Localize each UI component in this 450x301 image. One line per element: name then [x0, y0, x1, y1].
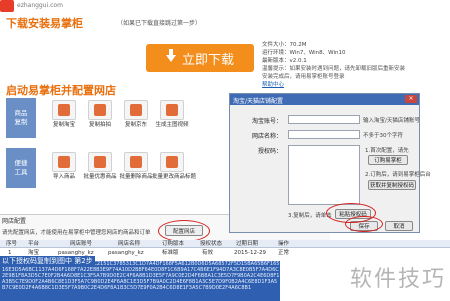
auth-code-caption: 以下授权码复制到图中 第2步 [0, 256, 95, 266]
order-button-label: 订购易掌柜 [374, 158, 402, 164]
shop-config-dialog: 淘宝/天猫店铺配置 × 淘宝账号： 输入淘宝/天猫店铺账号 网店名称： 不多于3… [229, 93, 431, 233]
copy-paipai-icon [88, 100, 112, 120]
tool-label: 生成主图视频 [155, 122, 189, 128]
tool-batch-discount[interactable]: 批量优惠商品 [80, 152, 120, 180]
column-header: 操作 [278, 241, 290, 247]
cancel-button-label: 取消 [393, 224, 405, 230]
get-auth-code-label: 获取并复制授权码 [369, 183, 414, 189]
delete-icon [124, 152, 148, 172]
tool-label: 批量优惠商品 [83, 174, 117, 180]
order-button[interactable]: 订购易掌柜 [368, 155, 408, 165]
tool-label: 批量更改商品标题 [152, 174, 197, 180]
auth-code-text[interactable]: CA6D7A4DF168F5179E0B6B6792C3C2151C378531… [0, 261, 280, 301]
auth-code-label: 授权码： [258, 148, 283, 155]
discount-icon [88, 152, 112, 172]
table-cell: 标准版 [162, 250, 179, 256]
file-size: 文件大小：70.2M [262, 42, 307, 48]
watermark-text: 软件技巧 [349, 267, 446, 292]
highlight-ring-config [158, 220, 210, 242]
config-section-title: 启动易掌柜并配置网店 [6, 84, 116, 97]
tool-label: 复制淘宝 [52, 122, 75, 128]
tool-main-video[interactable]: 生成主图视频 [152, 100, 192, 128]
video-icon [160, 100, 184, 120]
column-header: 过期日期 [236, 241, 259, 247]
category-product-copy[interactable]: 商品 复制 [6, 98, 36, 138]
column-header: 平台 [28, 241, 40, 247]
auth-code-textarea[interactable] [288, 145, 360, 205]
cancel-button[interactable]: 取消 [385, 221, 413, 231]
download-subtitle: （如果已下载直接跳过第一步） [117, 20, 202, 27]
taobao-account-input[interactable] [288, 115, 360, 124]
table-cell: 有效 [202, 250, 214, 256]
tool-batch-title[interactable]: 批量更改商品标题 [152, 152, 197, 180]
step1-text: 1.首次配置，请先 [365, 148, 409, 154]
taobao-account-label: 淘宝账号： [252, 118, 283, 125]
download-now-button[interactable]: 立即下载 [146, 44, 254, 72]
get-auth-code-button[interactable]: 获取并复制授权码 [368, 180, 416, 190]
column-header: 网店名称 [118, 241, 141, 247]
tool-copy-taobao[interactable]: 复制淘宝 [44, 100, 84, 128]
shop-config-label: 网店配置 [2, 218, 27, 225]
category-label: 复制 [14, 118, 28, 126]
download-title: 下载安装易掌柜 [6, 17, 83, 30]
column-header: 订购版本 [162, 241, 185, 247]
tool-batch-delete[interactable]: 批量删除商品 [116, 152, 156, 180]
column-header: 授权状态 [200, 241, 223, 247]
download-arrow-icon [165, 48, 176, 62]
table-cell: 正常 [278, 250, 290, 256]
shop-name-input[interactable] [288, 130, 360, 139]
shop-name-hint: 不多于30个字符 [363, 133, 403, 139]
copy-taobao-icon [52, 100, 76, 120]
import-icon [52, 152, 76, 172]
category-label: 商品 [14, 109, 28, 117]
latest-version: 最新版本：v2.0.1 [262, 58, 307, 64]
tool-label: 导入商品 [52, 174, 75, 180]
tool-label: 复制拍拍 [88, 122, 111, 128]
tip-line-2: 安装完成后，请用易掌柜账号登录 [262, 74, 345, 80]
dialog-close-button[interactable]: × [405, 95, 417, 103]
tool-copy-paipai[interactable]: 复制拍拍 [80, 100, 120, 128]
category-label: 便捷 [14, 159, 28, 167]
logo-mark-icon [0, 0, 14, 12]
logo-text: ezhanggui.com [17, 2, 63, 9]
tool-import-products[interactable]: 导入商品 [44, 152, 84, 180]
shop-config-hint: 请先配置网店，才能使用在易掌柜中管理您网店的商品和订单 [2, 230, 151, 236]
table-header-row: 序号 平台 网店账号 网店名称 订购版本 授权状态 过期日期 操作 [0, 240, 450, 248]
table-cell: 2015-12-29 [234, 250, 266, 256]
taobao-account-hint: 输入淘宝/天猫店铺账号 [363, 118, 420, 124]
run-environment: 运行环境：Win7、Win8、Win10 [262, 50, 346, 56]
tool-label: 批量删除商品 [119, 174, 153, 180]
tool-copy-jd[interactable]: 复制京东 [116, 100, 156, 128]
copy-jd-icon [124, 100, 148, 120]
tool-label: 复制京东 [124, 122, 147, 128]
dialog-title: 淘宝/天猫店铺配置 [230, 94, 419, 105]
column-header: 序号 [6, 241, 18, 247]
site-logo: ezhanggui.com [0, 0, 63, 12]
shop-name-label: 网店名称： [252, 133, 283, 140]
table-cell: pasanghy_kz [108, 250, 144, 256]
category-tools[interactable]: 便捷 工具 [6, 148, 36, 188]
download-button-label: 立即下载 [181, 52, 234, 68]
highlight-ring-save [345, 216, 383, 232]
category-label: 工具 [14, 168, 28, 176]
edit-title-icon [160, 152, 184, 172]
step2-text: 2.订购后，请到易掌柜后台 [365, 172, 431, 178]
column-header: 网店账号 [70, 241, 93, 247]
tip-line-1: 温馨提示：如果安装时遇到问题，请先卸载旧版后重新安装 [262, 66, 406, 72]
help-center-link[interactable]: 帮助中心 [262, 80, 450, 88]
